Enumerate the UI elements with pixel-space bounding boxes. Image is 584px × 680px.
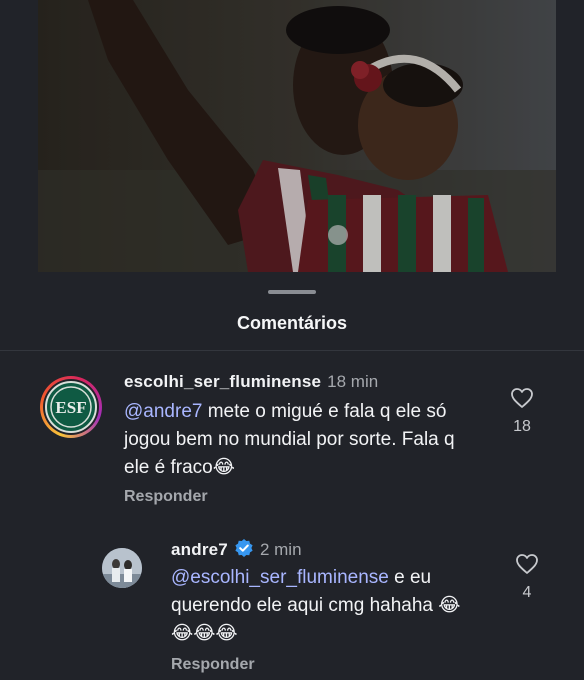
reply-time: 2 min (259, 540, 302, 559)
comment-username[interactable]: escolhi_ser_fluminense (124, 372, 321, 391)
reply-text: @escolhi_ser_fluminense e eu querendo el… (171, 564, 481, 648)
like-count: 18 (513, 418, 531, 435)
reply-meta: andre7 2 min (171, 538, 302, 560)
sheet-drag-handle[interactable] (268, 290, 316, 294)
svg-text:ESF: ESF (55, 398, 86, 417)
verified-badge-icon (235, 539, 253, 557)
reply-mention[interactable]: @escolhi_ser_fluminense (171, 567, 389, 588)
like-button-2[interactable]: 4 (507, 553, 547, 602)
post-photo[interactable] (38, 0, 556, 272)
comment-text: @andre7 mete o migué e fala q ele só jog… (124, 398, 464, 482)
like-count-2: 4 (522, 584, 532, 601)
comment-time: 18 min (327, 372, 379, 391)
header-divider (0, 350, 584, 351)
comment-meta: escolhi_ser_fluminense 18 min (124, 372, 378, 392)
heart-icon[interactable] (510, 387, 534, 409)
like-button[interactable]: 18 (502, 387, 542, 436)
heart-icon[interactable] (515, 553, 539, 575)
reply-button[interactable]: Responder (124, 488, 208, 506)
comments-title: Comentários (236, 313, 348, 333)
comment-mention[interactable]: @andre7 (124, 401, 202, 422)
reply-button-2[interactable]: Responder (171, 656, 255, 674)
esf-logo-avatar[interactable]: ESF (40, 376, 102, 438)
user-photo-avatar[interactable] (102, 548, 142, 588)
reply-username[interactable]: andre7 (171, 540, 228, 559)
